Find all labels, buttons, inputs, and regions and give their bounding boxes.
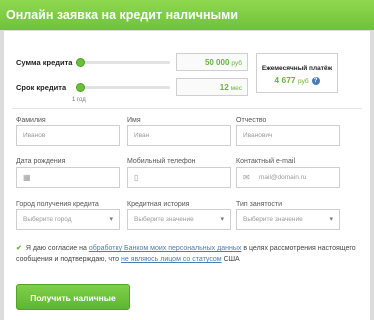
loan-amount-unit: руб [231,60,242,67]
monthly-payment-number: 4 677 [274,75,296,85]
chevron-down-icon: ▾ [109,216,113,223]
help-icon[interactable]: ? [311,77,320,85]
loan-amount-slider[interactable] [76,58,170,67]
section-divider [12,108,362,109]
consent-part3: США [223,256,240,263]
monthly-payment-unit: руб [298,78,309,85]
first-name-field[interactable]: Иван [127,125,231,146]
first-name-placeholder: Иван [134,132,150,139]
patronymic-label: Отчество [236,117,267,124]
chevron-down-icon: ▾ [220,216,224,223]
loan-amount-number: 50 000 [204,58,230,67]
credit-history-select-value: Выберите значение [134,216,194,223]
chevron-down-icon: ▾ [329,216,333,223]
phone-field[interactable]: ▯ [127,167,231,188]
employment-label: Тип занятости [236,201,283,208]
checkmark-icon[interactable]: ✔ [16,245,22,252]
city-label: Город получения кредита [16,201,99,208]
personal-data-link[interactable]: обработку Банком моих персональных данны… [89,245,242,252]
consent-text: ✔ Я даю согласие на обработку Банком мои… [16,243,356,265]
patronymic-field[interactable]: Иванович [236,125,340,146]
last-name-field[interactable]: Иванов [16,125,120,146]
get-cash-button[interactable]: Получить наличные [16,284,130,310]
loan-term-value[interactable]: 12 мес [176,78,248,96]
phone-label: Мобильный телефон [127,158,196,165]
loan-term-unit: мес [230,85,242,92]
monthly-payment-box: Ежемесячный платёж 4 677 руб? [256,53,338,93]
application-form: Сумма кредита 50 000 руб Срок кредита 1 г… [4,31,370,320]
monthly-payment-title: Ежемесячный платёж [261,65,333,72]
calendar-icon[interactable]: ▦ [23,173,31,182]
email-label: Контактный e-mail [236,158,296,165]
loan-amount-slider-handle[interactable] [76,58,85,67]
loan-amount-label: Сумма кредита [16,58,73,67]
email-field[interactable]: ✉ mail@domain.ru [236,167,340,188]
consent-part1: Я даю согласие на [25,245,87,252]
email-placeholder: mail@domain.ru [259,174,307,181]
mail-icon: ✉ [243,173,250,182]
phone-icon: ▯ [134,173,139,182]
employment-select-value: Выберите значение [243,216,303,223]
status-link[interactable]: не являюсь лицом со статусом [121,256,222,263]
loan-term-number: 12 [219,83,229,92]
birth-date-label: Дата рождения [16,158,66,165]
loan-term-label: Срок кредита [16,83,67,92]
city-select[interactable]: Выберите город ▾ [16,209,120,230]
last-name-label: Фамилия [16,117,46,124]
last-name-placeholder: Иванов [23,132,46,139]
loan-term-slider[interactable] [76,83,170,92]
employment-select[interactable]: Выберите значение ▾ [236,209,340,230]
page-title: Онлайн заявка на кредит наличными [6,8,239,22]
loan-amount-value[interactable]: 50 000 руб [176,53,248,71]
credit-history-label: Кредитная история [127,201,190,208]
page-header: Онлайн заявка на кредит наличными [0,0,374,30]
loan-term-slider-handle[interactable] [76,83,85,92]
patronymic-placeholder: Иванович [243,132,273,139]
birth-date-field[interactable]: ▦ [16,167,120,188]
loan-term-tick-label: 1 год [72,97,86,103]
credit-history-select[interactable]: Выберите значение ▾ [127,209,231,230]
city-select-value: Выберите город [23,216,72,223]
first-name-label: Имя [127,117,141,124]
monthly-payment-value: 4 677 руб? [257,75,337,85]
